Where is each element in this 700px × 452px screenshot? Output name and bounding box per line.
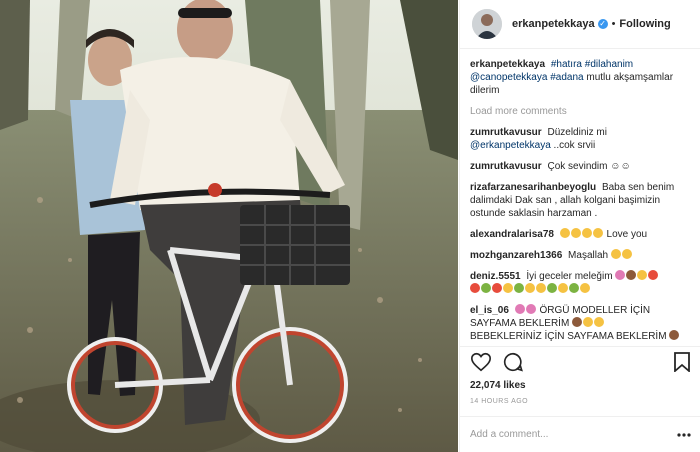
comment-icon[interactable] — [502, 351, 524, 373]
comment-item: zumrutkavusur Çok sevindim ☺☺ — [470, 160, 691, 173]
emoji-icon — [669, 330, 680, 340]
comment-text-tail: ..cok srvii — [553, 140, 596, 151]
comment-item: zumrutkavusur Düzeldiniz mi @erkanpetekk… — [470, 126, 691, 152]
emoji-icon — [525, 283, 535, 293]
caption-username[interactable]: erkanpetekkaya — [470, 59, 545, 70]
emoji-icon — [514, 283, 524, 293]
heart-eyes-emoji-icon — [594, 317, 605, 327]
emoji-icon — [470, 283, 480, 293]
comment-text: Love you — [606, 229, 648, 240]
comment-username[interactable]: rizafarzanesarihanbeyoglu — [470, 182, 596, 193]
emoji-icon — [569, 283, 579, 293]
heart-eyes-emoji-icon — [610, 249, 621, 259]
emoji-icon — [572, 317, 583, 327]
post-timestamp: 14 HOURS AGO — [470, 398, 529, 405]
comment-text: Düzeldiniz mi — [547, 127, 607, 138]
add-comment-bar: Add a comment... — [460, 416, 700, 452]
smiley-emoji-icon — [559, 228, 570, 238]
comment-username[interactable]: el_is_06 — [470, 305, 509, 316]
comment-text: Maşallah — [568, 250, 609, 261]
comment-username[interactable]: alexandralarisa78 — [470, 229, 554, 240]
instagram-post: erkanpetekkaya ✓ • Following erkanpetekk… — [0, 0, 700, 452]
emoji-icon — [547, 283, 557, 293]
emoji-icon — [615, 270, 626, 280]
caption: erkanpetekkaya #hatıra #dilahanim @canop… — [470, 58, 691, 97]
action-bar — [460, 346, 700, 377]
caption-mention[interactable]: @canopetekkaya — [470, 72, 547, 83]
caption-hashtags[interactable]: #hatıra #dilahanim — [551, 59, 633, 70]
smiley-emoji-icon — [570, 228, 581, 238]
flower-emoji-icon — [525, 304, 536, 314]
comment-text-2: BEBEKLERİNİZ İÇİN SAYFAMA BEKLERİM — [470, 331, 667, 342]
comment-mention[interactable]: @erkanpetekkaya — [470, 140, 551, 151]
comment-item: mozhganzareh1366 Maşallah — [470, 249, 691, 262]
emoji-icon — [492, 283, 502, 293]
emoji-icon — [637, 270, 648, 280]
separator-dot: • — [611, 18, 616, 30]
heart-emoji-icon — [648, 270, 659, 280]
post-side-panel: erkanpetekkaya ✓ • Following erkanpetekk… — [459, 0, 700, 452]
avatar-image — [472, 9, 502, 39]
heart-eyes-emoji-icon — [583, 317, 594, 327]
comment-username[interactable]: mozhganzareh1366 — [470, 250, 562, 261]
comment-username[interactable]: zumrutkavusur — [470, 127, 542, 138]
header-username[interactable]: erkanpetekkaya — [512, 18, 595, 30]
comment-item: alexandralarisa78 Love you — [470, 228, 691, 241]
emoji-icon — [580, 283, 590, 293]
emoji-icon — [558, 283, 568, 293]
comment-item: el_is_06 ÖRGÜ MODELLER İÇİN SAYFAMA BEKL… — [470, 304, 691, 343]
following-button[interactable]: Following — [619, 18, 670, 30]
comment-text: Çok sevindim ☺☺ — [547, 161, 631, 172]
add-comment-input[interactable]: Add a comment... — [470, 429, 548, 440]
avatar[interactable] — [472, 9, 502, 39]
flower-emoji-icon — [514, 304, 525, 314]
heart-eyes-emoji-icon — [621, 249, 632, 259]
likes-count[interactable]: 22,074 likes — [470, 380, 526, 391]
load-more-comments[interactable]: Load more comments — [470, 105, 691, 118]
bookmark-icon[interactable] — [673, 352, 691, 372]
comments-list: erkanpetekkaya #hatıra #dilahanim @canop… — [460, 58, 700, 344]
smiley-emoji-icon — [592, 228, 603, 238]
comment-item: rizafarzanesarihanbeyoglu Baba sen benim… — [470, 181, 691, 220]
emoji-icon — [626, 270, 637, 280]
heart-icon[interactable] — [470, 351, 492, 373]
comment-username[interactable]: deniz.5551 — [470, 271, 521, 282]
emoji-icon — [481, 283, 491, 293]
emoji-icon — [536, 283, 546, 293]
post-photo[interactable] — [0, 0, 458, 452]
caption-hashtag-adana[interactable]: #adana — [550, 72, 583, 83]
comment-text: İyi geceler meleğim — [526, 271, 613, 282]
more-options-icon[interactable] — [677, 432, 691, 437]
emoji-icon — [503, 283, 513, 293]
post-header: erkanpetekkaya ✓ • Following — [460, 0, 700, 49]
smiley-emoji-icon — [581, 228, 592, 238]
comment-item: deniz.5551 İyi geceler meleğim — [470, 270, 691, 296]
photo-illustration — [0, 0, 458, 452]
verified-badge-icon: ✓ — [597, 19, 608, 29]
comment-username[interactable]: zumrutkavusur — [470, 161, 542, 172]
